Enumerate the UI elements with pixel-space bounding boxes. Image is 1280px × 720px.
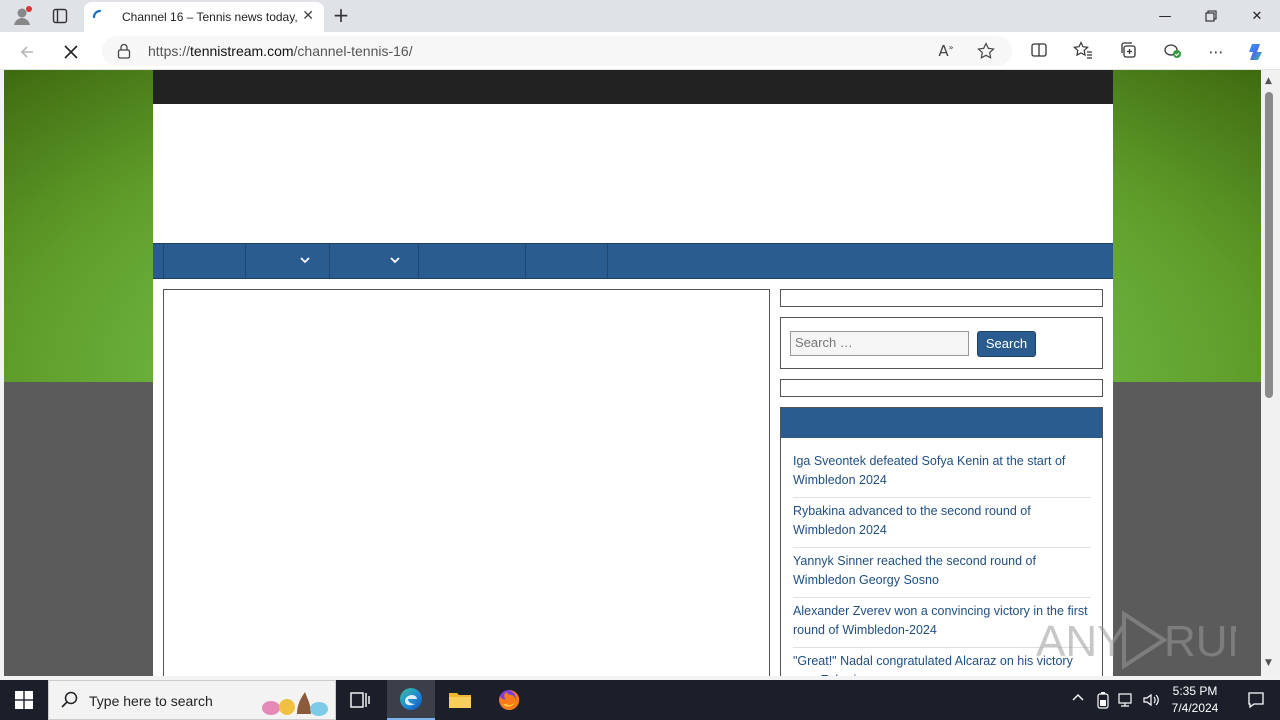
search-input[interactable]: Search …: [790, 331, 969, 356]
anyrun-watermark-logo: ANY RUN: [1036, 610, 1236, 670]
site-top-bar: [153, 70, 1113, 104]
network-icon[interactable]: [1118, 692, 1136, 711]
recent-posts-header: [781, 408, 1102, 438]
close-window-icon[interactable]: ✕: [1234, 0, 1280, 32]
split-screen-icon[interactable]: [1028, 41, 1050, 63]
web-viewport: Search … Search Iga Sveontek defeated So…: [4, 70, 1261, 676]
notifications-icon[interactable]: [1232, 680, 1280, 720]
recent-post-link[interactable]: Iga Sveontek defeated Sofya Kenin at the…: [793, 448, 1091, 498]
nav-item-2[interactable]: [246, 244, 330, 278]
address-bar[interactable]: https://tennistream.com/channel-tennis-1…: [102, 36, 1012, 66]
nav-item-5[interactable]: [526, 244, 608, 278]
profile-icon[interactable]: [10, 4, 34, 28]
close-tab-icon[interactable]: ✕: [302, 8, 314, 24]
tab-actions-icon[interactable]: [48, 4, 72, 28]
nav-item-3[interactable]: [330, 244, 419, 278]
chevron-down-icon: [300, 253, 310, 267]
taskbar-search-text: Type here to search: [89, 693, 213, 709]
svg-text:ANY: ANY: [1036, 617, 1126, 666]
file-explorer-icon[interactable]: [436, 680, 484, 720]
nav-item-1[interactable]: [164, 244, 246, 278]
taskbar-search-box[interactable]: Type here to search: [48, 680, 336, 720]
site-page: Search … Search Iga Sveontek defeated So…: [153, 70, 1113, 676]
svg-text:RUN: RUN: [1164, 617, 1236, 666]
search-button[interactable]: Search: [977, 331, 1036, 357]
site-header: [153, 104, 1113, 243]
nav-spacer: [153, 244, 164, 278]
site-nav: [153, 243, 1113, 279]
windows-start-icon[interactable]: [0, 680, 48, 720]
favorites-icon[interactable]: [1072, 41, 1094, 63]
new-tab-icon[interactable]: +: [330, 4, 352, 26]
main-article-box: [163, 289, 770, 676]
lock-icon[interactable]: [116, 42, 132, 60]
volume-icon[interactable]: [1142, 692, 1160, 711]
more-icon[interactable]: ⋯: [1205, 41, 1227, 63]
nav-item-4[interactable]: [419, 244, 526, 278]
browser-toolbar: https://tennistream.com/channel-tennis-1…: [0, 32, 1280, 70]
restore-icon[interactable]: [1188, 0, 1234, 32]
chevron-down-icon: [390, 253, 400, 267]
system-tray: [1068, 680, 1164, 720]
edge-taskbar-icon[interactable]: [387, 680, 435, 720]
firefox-icon[interactable]: [485, 680, 533, 720]
extensions-icon[interactable]: [1161, 41, 1183, 63]
chevron-up-icon[interactable]: [1072, 691, 1084, 705]
clock-date: 7/4/2024: [1171, 701, 1219, 715]
easter-eggs-icon: [262, 692, 328, 716]
back-icon[interactable]: [14, 39, 40, 65]
collections-icon[interactable]: [1117, 41, 1139, 63]
recent-post-link[interactable]: Rybakina advanced to the second round of…: [793, 498, 1091, 548]
windows-taskbar: Type here to search 5:35 PM 7/4/2024: [0, 680, 1280, 720]
content-area: Search … Search Iga Sveontek defeated So…: [153, 279, 1113, 676]
tab-title: Channel 16 – Tennis news today,: [122, 10, 298, 24]
task-view-icon[interactable]: [336, 680, 384, 720]
battery-icon[interactable]: [1096, 691, 1110, 712]
minimize-icon[interactable]: —: [1142, 0, 1188, 32]
copilot-icon[interactable]: [1246, 41, 1268, 63]
favorite-icon[interactable]: [976, 42, 996, 62]
search-icon: [61, 691, 79, 713]
sidebar-widget-empty: [780, 289, 1103, 307]
sidebar-widget-empty-2: [780, 379, 1103, 397]
recent-post-link[interactable]: Yannyk Sinner reached the second round o…: [793, 548, 1091, 598]
url-text: https://tennistream.com/channel-tennis-1…: [148, 43, 413, 59]
loading-icon: [92, 9, 102, 19]
taskbar-clock[interactable]: 5:35 PM 7/4/2024: [1166, 683, 1224, 717]
scrollbar-thumb[interactable]: [1265, 92, 1273, 398]
clock-time: 5:35 PM: [1172, 684, 1218, 698]
page-scrollbar[interactable]: ▲ ▼: [1261, 70, 1280, 676]
stop-loading-icon[interactable]: [58, 39, 84, 65]
read-aloud-icon[interactable]: A»: [936, 42, 956, 62]
tab-strip: Channel 16 – Tennis news today, ✕ + — ✕: [0, 0, 1280, 32]
tab-active[interactable]: Channel 16 – Tennis news today, ✕: [84, 2, 324, 32]
search-widget: Search … Search: [780, 317, 1103, 369]
